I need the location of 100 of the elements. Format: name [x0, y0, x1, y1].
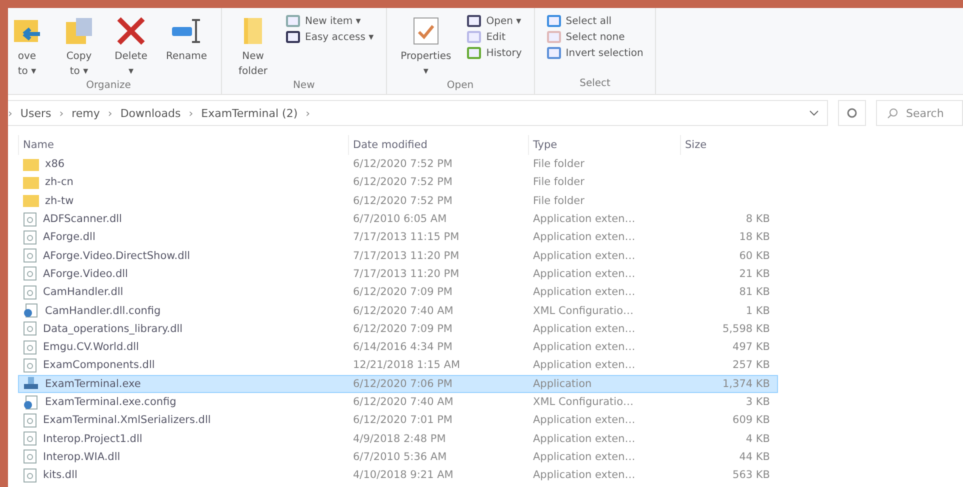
file-row[interactable]: AForge.Video.dll 7/17/2013 11:20 PM Application exten… 21 KB: [18, 264, 778, 284]
table-cell-text: Application exten…: [532, 231, 636, 244]
table-cell-text: Application exten…: [532, 250, 636, 262]
table-cell-text: Application exten…: [532, 469, 636, 482]
group-label: Open: [446, 80, 475, 92]
table-cell-text: 6/12/2020 7:06 PM: [352, 378, 454, 390]
table-cell-text: 497 KB: [732, 341, 771, 354]
breadcrumb[interactable]: ExamTerminal (2): [201, 106, 298, 120]
breadcrumb-separator[interactable]: ›: [188, 106, 194, 120]
file-gear-icon: [23, 468, 37, 483]
column-header[interactable]: Name: [18, 135, 348, 155]
table-cell-text: 6/7/2010 5:36 AM: [352, 450, 448, 463]
table-cell-text: File folder: [532, 158, 586, 170]
file-row[interactable]: ExamTerminal.XmlSerializers.dll 6/12/2020 7:01 PM Application exten… 609 KB: [18, 411, 778, 430]
file-row[interactable]: CamHandler.dll 6/12/2020 7:09 PM Application exten… 81 KB: [18, 283, 778, 302]
table-cell-text: 12/21/2018 1:15 AM: [352, 359, 462, 372]
table-cell-text: 1,374 KB: [722, 378, 771, 390]
table-cell-text: Application exten…: [532, 322, 636, 335]
file-row[interactable]: zh-cn 6/12/2020 7:52 PM File folder: [18, 173, 778, 192]
file-row[interactable]: Data_operations_library.dll 6/12/2020 7:09 PM Application exten… 5,598 KB: [18, 320, 778, 338]
file-name: AForge.Video.DirectShow.dll: [43, 250, 190, 262]
ribbon-button[interactable]: Invert selection: [544, 46, 646, 60]
file-row[interactable]: ExamTerminal.exe 6/12/2020 7:06 PM Application 1,374 KB: [18, 374, 778, 393]
file-row[interactable]: x86 6/12/2020 7:52 PM File folder: [18, 155, 778, 174]
file-row[interactable]: AForge.Video.DirectShow.dll 7/17/2013 11:20 PM Application exten… 60 KB: [18, 246, 778, 265]
file-name: Interop.Project1.dll: [43, 432, 142, 445]
file-name: x86: [45, 158, 65, 170]
table-cell-text: Application exten…: [532, 213, 636, 226]
ribbon-button[interactable]: Easy access ▾: [284, 30, 376, 44]
breadcrumb-separator[interactable]: ›: [306, 106, 310, 120]
config-file-icon: [23, 394, 39, 410]
ribbon-button[interactable]: Properties ▾: [396, 12, 456, 80]
file-gear-icon: [23, 412, 37, 428]
file-row[interactable]: kits.dll 4/10/2018 9:21 AM Application exten… 563 KB: [18, 466, 778, 484]
table-cell-text: Application exten…: [532, 450, 636, 463]
table-cell-text: 6/7/2010 6:05 AM: [352, 213, 448, 226]
ribbon-button[interactable]: New item ▾: [284, 14, 376, 28]
file-gear-icon: [23, 449, 37, 464]
ribbon-button[interactable]: New folder: [232, 12, 274, 80]
file-row[interactable]: zh-tw 6/12/2020 7:52 PM File folder: [18, 192, 778, 210]
file-row[interactable]: ADFScanner.dll 6/7/2010 6:05 AM Application exten… 8 KB: [18, 210, 778, 228]
file-gear-icon: [23, 321, 37, 336]
file-name: CamHandler.dll: [43, 286, 124, 298]
table-cell-text: 6/12/2020 7:40 AM: [352, 304, 454, 317]
table-cell-text: 6/12/2020 7:01 PM: [352, 414, 454, 426]
table-cell-text: 6/12/2020 7:09 PM: [352, 286, 454, 298]
ribbon-button[interactable]: Select all: [544, 14, 646, 28]
search-field[interactable]: Search: [876, 100, 963, 126]
breadcrumb-separator[interactable]: ›: [59, 106, 64, 120]
table-cell-text: 609 KB: [732, 414, 771, 426]
file-row[interactable]: Interop.Project1.dll 4/9/2018 2:48 PM Application exten… 4 KB: [18, 429, 778, 448]
config-file-icon: [23, 303, 39, 318]
file-gear-icon: [23, 358, 37, 373]
table-cell-text: File folder: [532, 194, 586, 207]
table-cell-text: XML Configuratio…: [532, 304, 634, 317]
refresh-button[interactable]: [838, 100, 866, 126]
file-row[interactable]: Emgu.CV.World.dll 6/14/2016 4:34 PM Application exten… 497 KB: [18, 338, 778, 356]
table-cell-text: Application exten…: [532, 268, 636, 280]
file-name: kits.dll: [43, 469, 78, 482]
file-gear-icon: [23, 340, 37, 355]
table-cell-text: Application exten…: [532, 432, 636, 445]
file-row[interactable]: CamHandler.dll.config 6/12/2020 7:40 AM XML Configuratio… 1 KB: [18, 301, 778, 320]
breadcrumb[interactable]: remy: [72, 106, 100, 120]
address-bar[interactable]: › Users › remy › Downloads › ExamTerminal (2) ›: [8, 100, 828, 126]
search-icon: [887, 108, 898, 118]
file-row[interactable]: ExamTerminal.exe.config 6/12/2020 7:40 AM XML Configuratio… 3 KB: [18, 392, 778, 412]
column-header[interactable]: Date modified: [348, 135, 528, 155]
ribbon-button[interactable]: Edit: [465, 30, 524, 44]
group-label: Select: [578, 78, 612, 91]
column-header[interactable]: Size: [680, 135, 773, 155]
breadcrumb[interactable]: Downloads: [120, 106, 181, 120]
file-row[interactable]: ExamComponents.dll 12/21/2018 1:15 AM Application exten… 257 KB: [18, 356, 778, 375]
table-cell-text: Application exten…: [532, 286, 636, 298]
table-cell-text: 7/17/2013 11:20 PM: [352, 268, 460, 280]
ribbon-button[interactable]: History: [465, 46, 524, 60]
group-label: New: [292, 80, 316, 92]
file-gear-icon: [23, 212, 37, 227]
breadcrumb-separator[interactable]: ›: [8, 106, 12, 120]
breadcrumb[interactable]: Users: [20, 106, 52, 120]
column-header[interactable]: Type: [528, 135, 680, 155]
file-gear-icon: [23, 248, 37, 264]
ribbon-button[interactable]: ove to ▾: [8, 12, 48, 80]
table-cell-text: Application exten…: [532, 359, 636, 372]
ribbon-button[interactable]: Select none: [544, 30, 646, 44]
file-name: Interop.WIA.dll: [43, 450, 120, 463]
file-name: zh-tw: [45, 194, 74, 207]
table-cell-text: 1 KB: [744, 304, 771, 317]
dropdown-icon[interactable]: [809, 110, 819, 116]
table-cell-text: Application exten…: [532, 341, 636, 354]
ribbon-button[interactable]: Copy to ▾: [58, 12, 100, 80]
ribbon-button[interactable]: Delete ▾: [110, 12, 152, 80]
ribbon-button[interactable]: Rename: [162, 12, 212, 80]
table-cell-text: File folder: [532, 176, 586, 188]
file-row[interactable]: Interop.WIA.dll 6/7/2010 5:36 AM Application exten… 44 KB: [18, 448, 778, 466]
ribbon-button[interactable]: Open ▾: [465, 14, 524, 28]
file-row[interactable]: AForge.dll 7/17/2013 11:15 PM Application exten… 18 KB: [18, 228, 778, 246]
breadcrumb-separator[interactable]: ›: [108, 106, 112, 120]
file-name: ExamComponents.dll: [43, 359, 155, 372]
table-cell-text: Application: [532, 378, 593, 390]
file-gear-icon: [23, 230, 37, 245]
